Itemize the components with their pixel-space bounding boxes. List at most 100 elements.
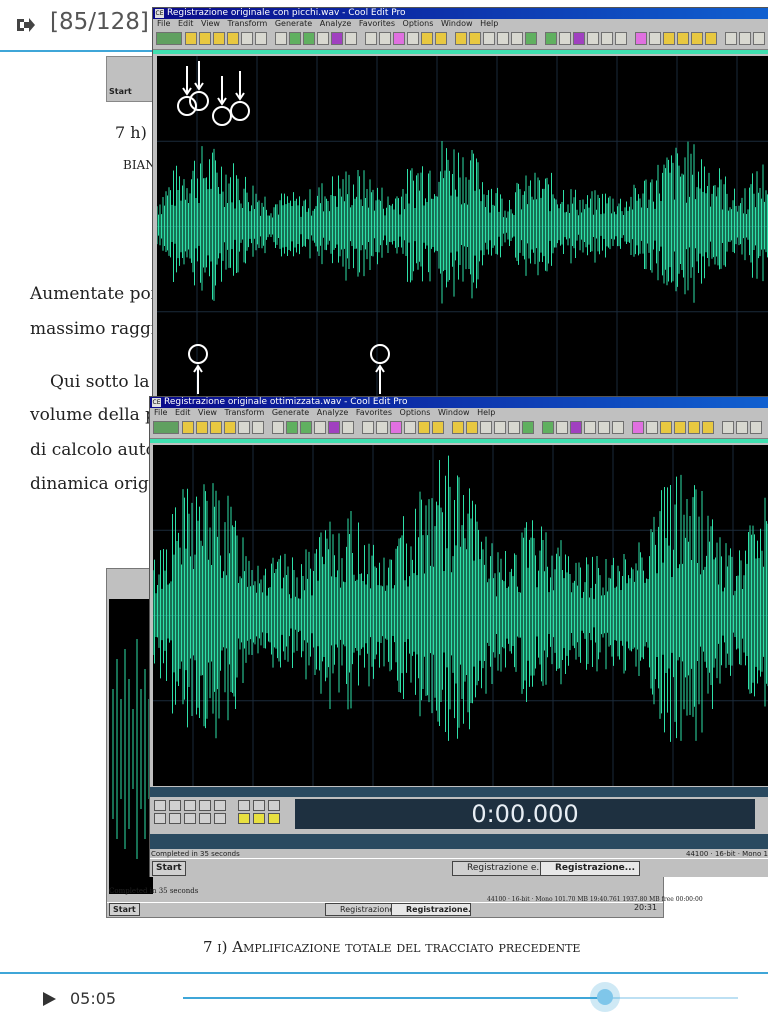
toolbar-button[interactable] bbox=[584, 421, 596, 434]
task-item[interactable]: Registrazione... bbox=[540, 861, 640, 876]
play-icon[interactable] bbox=[43, 992, 56, 1006]
menu-window[interactable]: Window bbox=[441, 19, 473, 28]
menu-help[interactable]: Help bbox=[477, 408, 495, 417]
toolbar-button[interactable] bbox=[725, 32, 737, 45]
task-item[interactable]: Registrazione... bbox=[391, 903, 471, 916]
menu-transform[interactable]: Transform bbox=[228, 19, 268, 28]
menu-file[interactable]: File bbox=[157, 19, 170, 28]
menu-options[interactable]: Options bbox=[400, 408, 431, 417]
toolbar-button[interactable] bbox=[275, 32, 287, 45]
menu-view[interactable]: View bbox=[198, 408, 217, 417]
toolbar-button[interactable] bbox=[559, 32, 571, 45]
toolbar-button[interactable] bbox=[317, 32, 329, 45]
transport-button[interactable] bbox=[184, 813, 196, 824]
toolbar-button[interactable] bbox=[677, 32, 689, 45]
toolbar-button[interactable] bbox=[342, 421, 354, 434]
toolbar-button[interactable] bbox=[601, 32, 613, 45]
toolbar-button[interactable] bbox=[255, 32, 267, 45]
menu-transform[interactable]: Transform bbox=[225, 408, 265, 417]
start-button[interactable]: Start bbox=[152, 861, 186, 876]
toolbar-button[interactable] bbox=[525, 32, 537, 45]
toolbar-button[interactable] bbox=[213, 32, 225, 45]
menu-help[interactable]: Help bbox=[480, 19, 498, 28]
menu-edit[interactable]: Edit bbox=[175, 408, 191, 417]
menu-generate[interactable]: Generate bbox=[272, 408, 309, 417]
toolbar-button[interactable] bbox=[418, 421, 430, 434]
toolbar-button[interactable] bbox=[362, 421, 374, 434]
transport-button[interactable] bbox=[184, 800, 196, 811]
menu-favorites[interactable]: Favorites bbox=[356, 408, 392, 417]
menu-favorites[interactable]: Favorites bbox=[359, 19, 395, 28]
menu-analyze[interactable]: Analyze bbox=[320, 19, 352, 28]
toolbar-button[interactable] bbox=[404, 421, 416, 434]
transport-button[interactable] bbox=[199, 813, 211, 824]
zoom-button[interactable] bbox=[238, 813, 250, 824]
toolbar-button[interactable] bbox=[663, 32, 675, 45]
toolbar-button[interactable] bbox=[345, 32, 357, 45]
toolbar-button[interactable] bbox=[660, 421, 672, 434]
menu-generate[interactable]: Generate bbox=[275, 19, 312, 28]
toolbar-button[interactable] bbox=[365, 32, 377, 45]
toolbar-button[interactable] bbox=[238, 421, 250, 434]
toolbar-button[interactable] bbox=[702, 421, 714, 434]
transport-button[interactable] bbox=[214, 813, 226, 824]
toolbar-button[interactable] bbox=[227, 32, 239, 45]
toolbar-button[interactable] bbox=[407, 32, 419, 45]
toolbar-button[interactable] bbox=[182, 421, 194, 434]
menu-options[interactable]: Options bbox=[403, 19, 434, 28]
toolbar-button[interactable] bbox=[241, 32, 253, 45]
toolbar-button[interactable] bbox=[480, 421, 492, 434]
toolbar-button[interactable] bbox=[542, 421, 554, 434]
menu-analyze[interactable]: Analyze bbox=[317, 408, 349, 417]
toolbar-button[interactable] bbox=[753, 32, 765, 45]
toolbar-button[interactable] bbox=[390, 421, 402, 434]
transport-button[interactable] bbox=[214, 800, 226, 811]
toolbar-button[interactable] bbox=[522, 421, 534, 434]
zoom-button[interactable] bbox=[268, 800, 280, 811]
toolbar-mode-button[interactable] bbox=[153, 421, 179, 434]
toolbar-button[interactable] bbox=[705, 32, 717, 45]
toolbar-button[interactable] bbox=[545, 32, 557, 45]
toolbar-button[interactable] bbox=[252, 421, 264, 434]
toolbar-button[interactable] bbox=[632, 421, 644, 434]
toolbar-button[interactable] bbox=[303, 32, 315, 45]
toolbar-button[interactable] bbox=[328, 421, 340, 434]
toolbar-button[interactable] bbox=[688, 421, 700, 434]
toolbar-button[interactable] bbox=[286, 421, 298, 434]
toolbar-button[interactable] bbox=[455, 32, 467, 45]
start-button[interactable]: Start bbox=[109, 903, 140, 916]
toolbar-button[interactable] bbox=[508, 421, 520, 434]
toolbar-button[interactable] bbox=[483, 32, 495, 45]
toolbar-button[interactable] bbox=[432, 421, 444, 434]
toolbar-button[interactable] bbox=[300, 421, 312, 434]
toolbar-button[interactable] bbox=[635, 32, 647, 45]
toolbar-button[interactable] bbox=[199, 32, 211, 45]
toolbar-button[interactable] bbox=[272, 421, 284, 434]
toolbar-button[interactable] bbox=[497, 32, 509, 45]
toolbar-button[interactable] bbox=[739, 32, 751, 45]
toolbar-button[interactable] bbox=[494, 421, 506, 434]
waveform-display[interactable] bbox=[157, 56, 768, 397]
toolbar-button[interactable] bbox=[376, 421, 388, 434]
toolbar-button[interactable] bbox=[570, 421, 582, 434]
menu-window[interactable]: Window bbox=[438, 408, 470, 417]
menu-edit[interactable]: Edit bbox=[178, 19, 194, 28]
toolbar-button[interactable] bbox=[466, 421, 478, 434]
zoom-button[interactable] bbox=[253, 813, 265, 824]
menu-file[interactable]: File bbox=[154, 408, 167, 417]
toolbar-button[interactable] bbox=[289, 32, 301, 45]
toolbar-button[interactable] bbox=[196, 421, 208, 434]
transport-button[interactable] bbox=[169, 813, 181, 824]
toolbar-button[interactable] bbox=[435, 32, 447, 45]
toolbar-button[interactable] bbox=[185, 32, 197, 45]
toolbar-button[interactable] bbox=[722, 421, 734, 434]
toolbar-mode-button[interactable] bbox=[156, 32, 182, 45]
toolbar-button[interactable] bbox=[612, 421, 624, 434]
toolbar-button[interactable] bbox=[421, 32, 433, 45]
toolbar-button[interactable] bbox=[556, 421, 568, 434]
task-item[interactable]: Registrazione e... bbox=[325, 903, 401, 916]
toolbar-button[interactable] bbox=[646, 421, 658, 434]
toolbar-button[interactable] bbox=[736, 421, 748, 434]
toolbar-button[interactable] bbox=[224, 421, 236, 434]
exit-icon[interactable] bbox=[14, 14, 36, 36]
